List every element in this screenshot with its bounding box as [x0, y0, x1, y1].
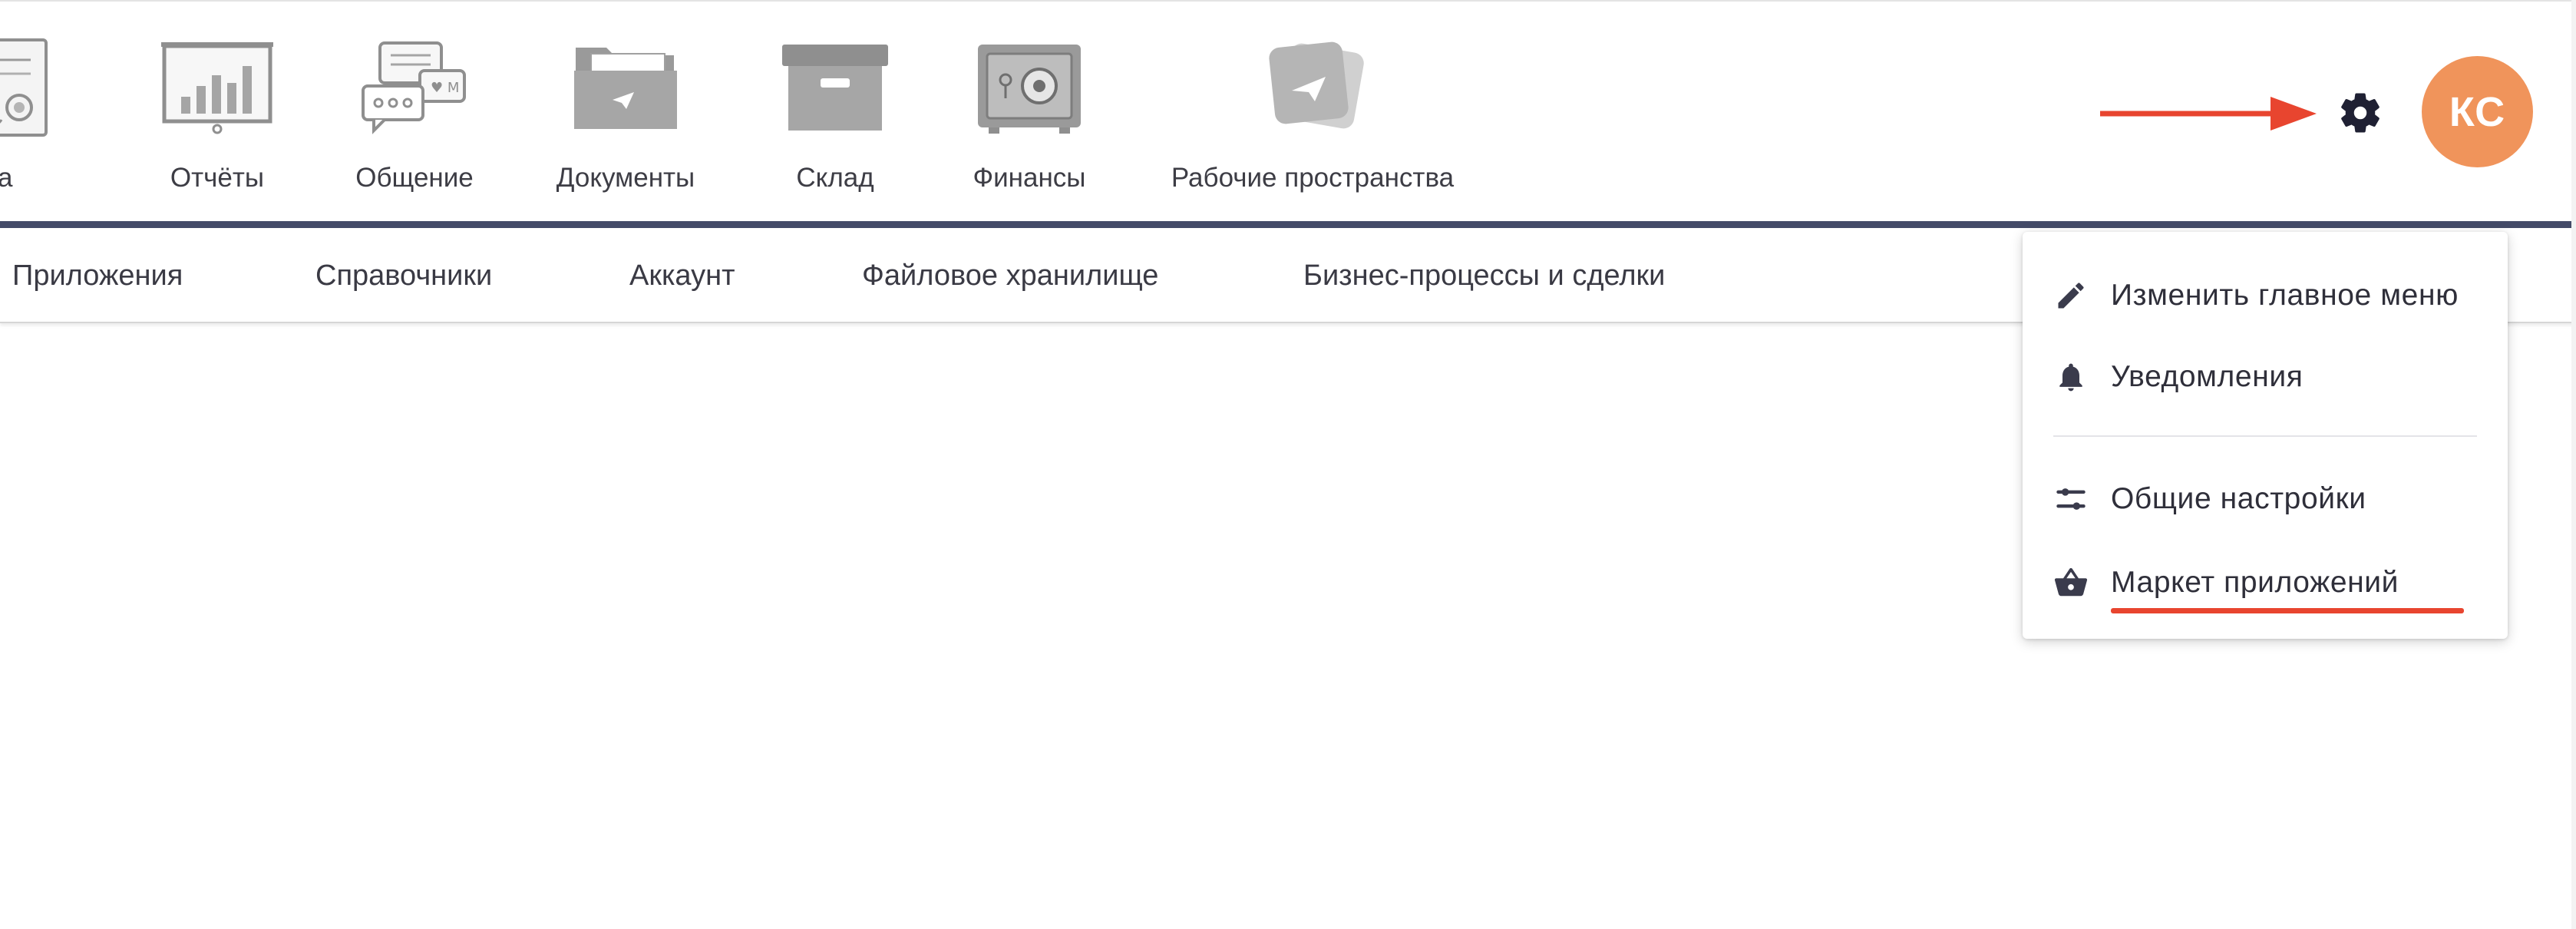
basket-icon [2052, 564, 2090, 602]
gear-icon [2341, 93, 2379, 133]
app-label: Документы [556, 163, 695, 193]
storage-box-icon [778, 37, 893, 137]
nav-item-applications[interactable]: Приложения [12, 228, 183, 323]
app-documents[interactable]: Документы [556, 37, 695, 198]
svg-text:♥ M: ♥ M [431, 80, 459, 96]
settings-dropdown: Изменить главное меню Уведомления Общие … [2023, 232, 2508, 639]
menu-divider [2053, 435, 2477, 437]
app-workspaces[interactable]: Рабочие пространства [1171, 37, 1454, 198]
app-invoices[interactable]: Счета [0, 37, 69, 198]
app-communication[interactable]: ♥ M Общение [355, 37, 474, 198]
menu-item-general-settings[interactable]: Общие настройки [2023, 461, 2508, 537]
annotation-underline [2111, 608, 2464, 613]
window-right-edge [2571, 0, 2576, 929]
app-label: Общение [355, 163, 474, 193]
menu-item-label: Общие настройки [2111, 482, 2366, 515]
app-warehouse[interactable]: Склад [778, 37, 893, 198]
app-reports[interactable]: Отчёты [160, 37, 275, 198]
app-label: Счета [0, 163, 13, 193]
folder-icon [568, 37, 683, 137]
annotation-arrow [2100, 97, 2317, 131]
pencil-icon [2052, 276, 2090, 315]
menu-item-label: Изменить главное меню [2111, 279, 2459, 312]
menu-item-notifications[interactable]: Уведомления [2023, 339, 2508, 415]
app-finance[interactable]: Финансы [972, 37, 1087, 198]
app-label: Финансы [973, 163, 1086, 193]
menu-item-label: Маркет приложений [2111, 566, 2399, 599]
apps-bar: Счета Отчёты ♥ M [0, 2, 2576, 221]
bell-icon [2052, 358, 2090, 396]
presentation-chart-icon [160, 37, 275, 137]
menu-item-edit-main-menu[interactable]: Изменить главное меню [2023, 257, 2508, 334]
menu-item-label: Уведомления [2111, 360, 2304, 393]
nav-item-directories[interactable]: Справочники [315, 228, 492, 323]
user-avatar[interactable]: КС [2422, 56, 2533, 167]
nav-item-file-storage[interactable]: Файловое хранилище [862, 228, 1158, 323]
nav-item-business-processes[interactable]: Бизнес-процессы и сделки [1303, 228, 1665, 323]
apps-divider [0, 221, 2576, 228]
workspaces-stack-icon [1255, 37, 1370, 137]
nav-item-account[interactable]: Аккаунт [629, 228, 735, 323]
app-label: Склад [796, 163, 874, 193]
app-label: Отчёты [170, 163, 265, 193]
chat-bubbles-icon: ♥ M [357, 37, 472, 137]
safe-icon [972, 37, 1087, 137]
sliders-icon [2052, 480, 2090, 518]
avatar-initials: КС [2449, 88, 2506, 135]
app-label: Рабочие пространства [1171, 163, 1455, 193]
settings-button[interactable] [2333, 86, 2387, 140]
invoice-icon [0, 37, 61, 137]
